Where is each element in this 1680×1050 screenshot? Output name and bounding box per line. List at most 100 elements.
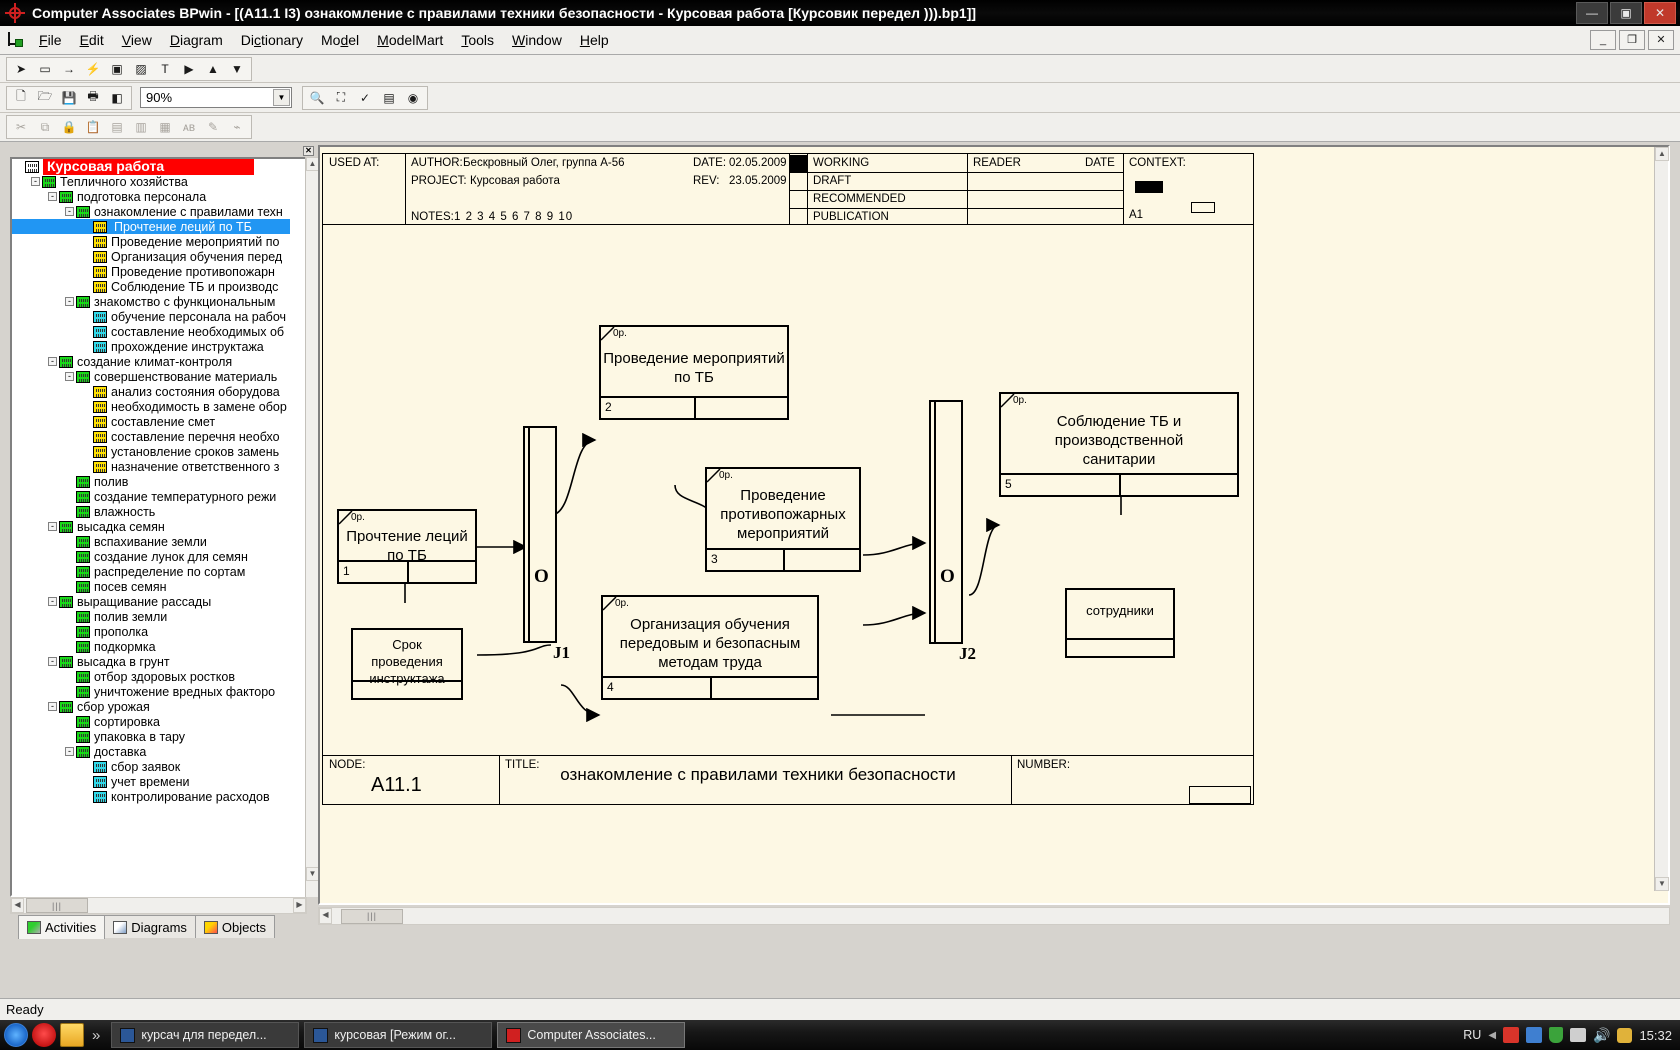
tree-item[interactable]: отбор здоровых ростков [12,669,290,684]
tree-item[interactable]: составление необходимых об [12,324,290,339]
windows-start-icon[interactable] [4,1023,28,1047]
mdi-restore-button[interactable]: ❐ [1619,30,1645,50]
tree-expander-icon[interactable]: - [31,177,40,186]
zoom-fit-button[interactable]: ⛶ [330,88,352,108]
scroll-left-icon[interactable]: ◀ [11,898,24,913]
tree-item[interactable]: сбор заявок [12,759,290,774]
updates-icon[interactable] [1617,1028,1632,1043]
tree-item[interactable]: Проведение противопожарн [12,264,290,279]
chevron-right-icon[interactable]: » [92,1027,100,1044]
tree-item[interactable]: -высадка в грунт [12,654,290,669]
tree-expander-icon[interactable]: - [65,372,74,381]
tree-expander-icon[interactable]: - [65,207,74,216]
menu-edit[interactable]: Edit [71,28,113,52]
scroll-right-icon[interactable]: ▶ [293,898,306,913]
canvas-scroll-left-icon[interactable]: ◀ [319,908,332,924]
close-icon[interactable]: ✕ [303,146,314,156]
tree-expander-icon[interactable]: - [65,297,74,306]
tree-item[interactable]: распределение по сортам [12,564,290,579]
pointer-tool[interactable]: ➤ [10,59,32,79]
canvas-scroll-down-icon[interactable]: ▼ [1655,877,1669,891]
tree-item[interactable]: полив земли [12,609,290,624]
tree-item[interactable]: -высадка семян [12,519,290,534]
menu-dictionary[interactable]: Dictionary [232,28,312,52]
tree-expander-icon[interactable]: - [65,747,74,756]
menu-help[interactable]: Help [571,28,618,52]
color-button[interactable]: ◧ [106,88,128,108]
tree-item[interactable]: анализ состояния оборудова [12,384,290,399]
tree-item[interactable]: -ознакомление с правилами техн [12,204,290,219]
shield-icon[interactable] [1549,1027,1563,1043]
tree-item[interactable]: -сбор урожая [12,699,290,714]
tree-item[interactable]: -создание климат-контроля [12,354,290,369]
zoom-level-combobox[interactable]: 90% ▼ [140,87,292,108]
menu-tools[interactable]: Tools [452,28,503,52]
tree-item[interactable]: посев семян [12,579,290,594]
status-recommended[interactable]: RECOMMENDED [813,193,906,205]
diagram-canvas[interactable]: USED AT: AUTHOR: Бескровный Олег, группа… [320,147,1656,891]
activity-box-3[interactable]: 0р. Проведениепротивопожарныхмероприятий… [705,467,861,572]
tree-item[interactable]: -подготовка персонала [12,189,290,204]
taskbar-item[interactable]: курсач для передел... [111,1022,299,1048]
maximize-button[interactable]: ▣ [1610,2,1642,24]
network-icon[interactable] [1526,1027,1542,1043]
tray-expand-icon[interactable]: ◀ [1488,1030,1496,1041]
antivirus-icon[interactable] [1503,1027,1519,1043]
zoom-in-button[interactable]: 🔍 [306,88,328,108]
tree-item[interactable]: назначение ответственного з [12,459,290,474]
close-button[interactable]: ✕ [1644,2,1676,24]
tree-expander-icon[interactable]: - [48,522,57,531]
folder-icon[interactable] [60,1023,84,1047]
status-publication[interactable]: PUBLICATION [813,211,889,223]
tree-item[interactable]: необходимость в замене обор [12,399,290,414]
data-store-box-2[interactable]: сотрудники [1065,588,1175,658]
tree-item[interactable]: составление смет [12,414,290,429]
tree-item[interactable]: составление перечня необхо [12,429,290,444]
tree-item[interactable]: прополка [12,624,290,639]
tree-item[interactable]: создание лунок для семян [12,549,290,564]
canvas-hscroll-thumb[interactable]: ||| [341,909,403,924]
data-store-box-1[interactable]: Срокпроведенияинструктажа [351,628,463,700]
activity-box-tool[interactable]: ▭ [34,59,56,79]
save-file-button[interactable]: 💾 [58,88,80,108]
report-button[interactable]: ◉ [402,88,424,108]
tunnel-tool[interactable]: ▣ [106,59,128,79]
tree-expander-icon[interactable]: - [48,597,57,606]
squiggle-tool[interactable]: ⚡ [82,59,104,79]
tree-item[interactable]: Курсовая работа [12,159,290,174]
status-working[interactable]: WORKING [813,157,869,169]
open-file-button[interactable]: 🗁 [34,88,56,108]
diagram-canvas-container[interactable]: USED AT: AUTHOR: Бескровный Олег, группа… [318,145,1670,905]
menu-model[interactable]: Model [312,28,368,52]
spellcheck-button[interactable]: ✓ [354,88,376,108]
hscroll-thumb[interactable]: ||| [26,898,88,913]
tree-item[interactable]: учет времени [12,774,290,789]
window-titlebar[interactable]: Computer Associates BPwin - [(A11.1 I3) … [0,0,1680,26]
menu-modelmart[interactable]: ModelMart [368,28,452,52]
tree-horizontal-scrollbar[interactable]: ◀ ||| ▶ [10,897,307,914]
arrow-tool[interactable]: → [58,59,80,79]
menu-window[interactable]: Window [503,28,571,52]
tree-item[interactable]: полив [12,474,290,489]
tree-item[interactable]: сортировка [12,714,290,729]
tree-vertical-scrollbar[interactable]: ▲ ▼ [305,157,318,897]
junction-bar-j2[interactable] [929,400,963,644]
up-tool[interactable]: ▲ [202,59,224,79]
menu-diagram[interactable]: Diagram [161,28,232,52]
tree-expander-icon[interactable]: - [48,357,57,366]
activity-box-4[interactable]: 0р. Организация обученияпередовым и безо… [601,595,819,700]
activity-box-1[interactable]: 0р. Прочтение лецийпо ТБ 1 [337,509,477,584]
menu-file[interactable]: File [30,28,71,52]
tree-item[interactable]: -выращивание рассады [12,594,290,609]
menu-view[interactable]: View [113,28,161,52]
taskbar-clock[interactable]: 15:32 [1639,1028,1672,1043]
play-tool[interactable]: ▶ [178,59,200,79]
offpage-tool[interactable]: ▨ [130,59,152,79]
tree-item[interactable]: -знакомство с функциональным [12,294,290,309]
activity-box-5[interactable]: 0р. Соблюдение ТБ ипроизводственнойсанит… [999,392,1239,497]
language-indicator[interactable]: RU [1463,1028,1481,1042]
tree-item[interactable]: создание температурного режи [12,489,290,504]
tree-item[interactable]: обучение персонала на рабоч [12,309,290,324]
tree-item[interactable]: Организация обучения перед [12,249,290,264]
tab-diagrams[interactable]: Diagrams [104,915,196,938]
